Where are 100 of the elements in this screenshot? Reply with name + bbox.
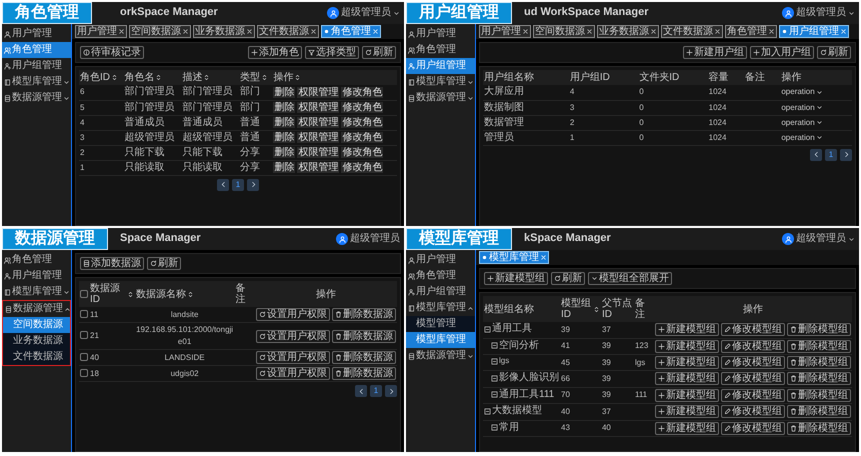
action-link[interactable]: 删除 <box>273 147 296 158</box>
action-button[interactable]: 删除数据源 <box>332 308 396 321</box>
toolbar-button[interactable]: 新建用户组 <box>683 46 747 59</box>
checkbox[interactable] <box>80 352 88 361</box>
toolbar-button[interactable]: 模型组全部展开 <box>588 272 672 285</box>
toolbar-button[interactable]: 刷新 <box>551 272 585 285</box>
toolbar-button[interactable]: 刷新 <box>147 257 181 270</box>
action-link[interactable]: 权限管理 <box>297 86 340 98</box>
action-link[interactable]: 修改角色 <box>341 86 384 98</box>
toolbar-button[interactable]: 加入用户组 <box>750 46 814 59</box>
action-button[interactable]: 新建模型组 <box>654 323 719 336</box>
tab[interactable]: 文件数据源 <box>257 25 319 38</box>
action-button[interactable]: 删除模型组 <box>786 422 851 435</box>
action-button[interactable]: 删除模型组 <box>786 372 851 386</box>
action-button[interactable]: 新建模型组 <box>654 356 719 369</box>
action-link[interactable]: 删除 <box>273 132 296 143</box>
toolbar-button[interactable]: 新建模型组 <box>484 272 548 285</box>
action-button[interactable]: 删除模型组 <box>786 405 851 418</box>
action-link[interactable]: 修改角色 <box>341 162 384 173</box>
toolbar-button[interactable]: 选择类型 <box>305 46 359 59</box>
prev-page-button[interactable] <box>217 178 229 190</box>
action-link[interactable]: 删除 <box>273 117 296 128</box>
action-link[interactable]: 修改角色 <box>341 117 384 128</box>
action-button[interactable]: 新建模型组 <box>654 422 719 435</box>
sidebar-item[interactable]: 模型库管理 <box>2 284 71 300</box>
tab[interactable]: 业务数据源 <box>193 25 255 38</box>
sidebar-item[interactable]: 数据源管理 <box>406 90 475 106</box>
action-button[interactable]: 设置用户权限 <box>256 308 330 321</box>
action-button[interactable]: 新建模型组 <box>654 405 719 418</box>
user-menu[interactable]: 超级管理员 <box>327 7 400 19</box>
action-button[interactable]: 修改模型组 <box>720 356 785 369</box>
sidebar-item[interactable]: 用户组管理 <box>2 58 71 74</box>
action-link[interactable]: 删除 <box>273 162 296 173</box>
user-menu[interactable]: 超级管理员 <box>782 233 855 245</box>
action-button[interactable]: 修改模型组 <box>720 372 785 386</box>
tree-node-label[interactable]: 影像人脸识别 <box>499 372 559 384</box>
sidebar-item[interactable]: 用户组管理 <box>2 268 71 284</box>
sidebar-item[interactable]: 角色管理 <box>2 42 71 58</box>
sidebar-item[interactable]: 用户管理 <box>2 26 71 42</box>
tab[interactable]: 空间数据源 <box>129 25 191 38</box>
action-button[interactable]: 修改模型组 <box>720 340 785 353</box>
tree-node-label[interactable]: 大数据模型 <box>492 405 542 417</box>
checkbox[interactable] <box>80 368 88 377</box>
tab[interactable]: 文件数据源 <box>661 25 723 38</box>
action-button[interactable]: 删除模型组 <box>786 323 851 336</box>
next-page-button[interactable] <box>247 178 259 190</box>
action-button[interactable]: 修改模型组 <box>720 388 785 402</box>
action-button[interactable]: 删除模型组 <box>786 340 851 353</box>
action-button[interactable]: 修改模型组 <box>720 405 785 418</box>
sidebar-subitem[interactable]: 业务数据源 <box>3 333 70 349</box>
action-button[interactable]: 删除数据源 <box>332 330 396 342</box>
action-button[interactable]: 新建模型组 <box>654 340 719 353</box>
sidebar-item[interactable]: 用户组管理 <box>406 284 475 300</box>
sidebar-item[interactable]: 用户管理 <box>406 252 475 268</box>
action-button[interactable]: 新建模型组 <box>654 388 719 402</box>
action-link[interactable]: 权限管理 <box>297 102 340 113</box>
action-button[interactable]: 设置用户权限 <box>256 330 330 342</box>
sidebar-item[interactable]: 用户管理 <box>406 26 475 42</box>
action-button[interactable]: 删除模型组 <box>786 388 851 402</box>
action-link[interactable]: 权限管理 <box>297 117 340 128</box>
action-link[interactable]: 删除 <box>273 102 296 113</box>
sidebar-item[interactable]: 数据源管理 <box>2 90 71 106</box>
toolbar-button[interactable]: 刷新 <box>362 46 396 59</box>
action-link[interactable]: 修改角色 <box>341 102 384 113</box>
tab[interactable]: 用户管理 <box>479 25 531 38</box>
action-button[interactable]: 修改模型组 <box>720 422 785 435</box>
tree-node-label[interactable]: 常用 <box>499 422 519 434</box>
tree-node-label[interactable]: lgs <box>499 356 510 366</box>
sidebar-subitem[interactable]: 模型管理 <box>406 316 475 332</box>
operation-dropdown[interactable]: operation <box>781 87 823 98</box>
user-menu[interactable]: 超级管理员 <box>336 233 400 245</box>
sidebar-item[interactable]: 模型库管理 <box>406 300 475 316</box>
prev-page-button[interactable] <box>355 385 367 397</box>
next-page-button[interactable] <box>385 385 397 397</box>
tab[interactable]: 角色管理 <box>725 25 777 38</box>
action-button[interactable]: 删除模型组 <box>786 356 851 369</box>
tab[interactable]: 模型库管理 <box>479 251 549 264</box>
action-link[interactable]: 修改角色 <box>341 132 384 143</box>
tree-node-label[interactable]: 通用工具111 <box>499 388 554 400</box>
action-button[interactable]: 修改模型组 <box>720 323 785 336</box>
tab[interactable]: 业务数据源 <box>597 25 659 38</box>
page-button[interactable]: 1 <box>232 178 244 190</box>
page-button[interactable]: 1 <box>370 385 382 397</box>
sidebar-subitem[interactable]: 文件数据源 <box>3 349 70 365</box>
sidebar-item[interactable]: 模型库管理 <box>406 74 475 90</box>
checkbox[interactable] <box>80 331 88 340</box>
tree-node-label[interactable]: 空间分析 <box>499 340 539 352</box>
operation-dropdown[interactable]: operation <box>781 132 823 142</box>
tab[interactable]: 角色管理 <box>321 25 381 38</box>
sidebar-item[interactable]: 角色管理 <box>406 268 475 284</box>
action-link[interactable]: 权限管理 <box>297 162 340 173</box>
toolbar-button[interactable]: 添加数据源 <box>80 257 144 270</box>
sidebar-item[interactable]: 角色管理 <box>2 252 71 268</box>
tree-node-label[interactable]: 通用工具 <box>492 323 532 335</box>
next-page-button[interactable] <box>840 148 852 160</box>
action-link[interactable]: 删除 <box>273 86 296 98</box>
tab[interactable]: 用户组管理 <box>779 25 849 38</box>
toolbar-button[interactable]: 刷新 <box>817 46 851 59</box>
action-link[interactable]: 权限管理 <box>297 147 340 158</box>
page-button[interactable]: 1 <box>825 148 837 160</box>
